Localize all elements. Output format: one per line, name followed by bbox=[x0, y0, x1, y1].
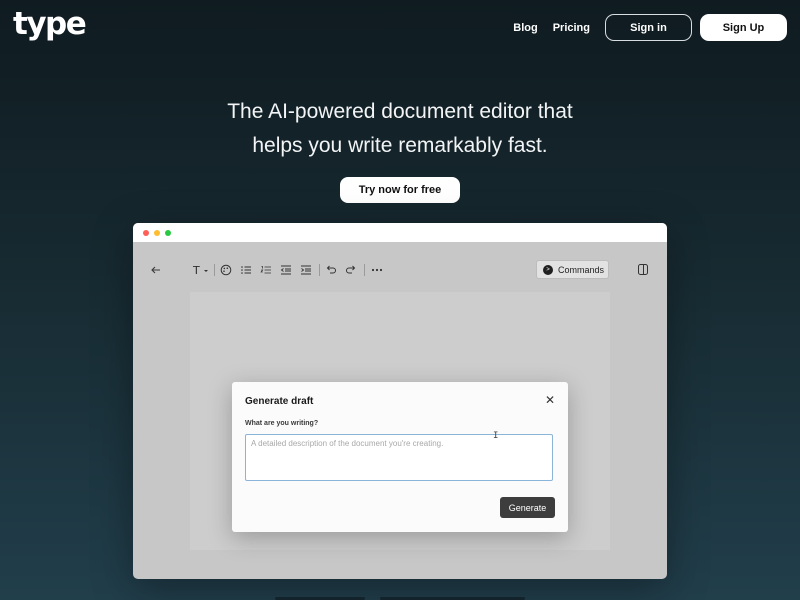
logo[interactable]: type bbox=[13, 6, 87, 42]
maximize-dot[interactable] bbox=[165, 230, 171, 236]
sign-up-button[interactable]: Sign Up bbox=[700, 14, 787, 41]
try-now-button[interactable]: Try now for free bbox=[340, 177, 460, 203]
nav-pricing-link[interactable]: Pricing bbox=[553, 22, 590, 34]
terminal-icon: > bbox=[543, 264, 553, 275]
nav-blog-link[interactable]: Blog bbox=[513, 22, 537, 34]
commands-button[interactable]: > Commands bbox=[536, 260, 609, 279]
close-icon[interactable]: ✕ bbox=[545, 393, 555, 407]
top-nav: Blog Pricing Sign in Sign Up bbox=[513, 14, 787, 41]
sidebar-toggle-icon[interactable] bbox=[637, 263, 649, 279]
editor-toolbar: T > Commands bbox=[133, 242, 667, 297]
hero-heading: The AI-powered document editor that help… bbox=[0, 95, 800, 163]
hero-line-2: helps you write remarkably fast. bbox=[252, 134, 548, 157]
bullet-list-icon[interactable] bbox=[240, 264, 252, 279]
description-input[interactable] bbox=[245, 434, 553, 481]
modal-title: Generate draft bbox=[245, 396, 314, 407]
window-titlebar bbox=[133, 223, 667, 242]
text-style-icon[interactable]: T bbox=[193, 264, 209, 277]
text-style-glyph: T bbox=[193, 264, 200, 277]
palette-icon[interactable] bbox=[220, 264, 232, 279]
numbered-list-icon[interactable] bbox=[260, 264, 272, 279]
arrow-left-icon[interactable] bbox=[150, 264, 162, 279]
indent-icon[interactable] bbox=[300, 264, 312, 279]
editor-window: T > Commands Generate draft ✕ What are y… bbox=[133, 223, 667, 579]
undo-icon[interactable] bbox=[325, 264, 337, 279]
modal-field-label: What are you writing? bbox=[245, 420, 319, 427]
redo-icon[interactable] bbox=[345, 264, 357, 279]
toolbar-divider bbox=[214, 264, 215, 276]
more-icon[interactable] bbox=[370, 264, 384, 279]
hero-line-1: The AI-powered document editor that bbox=[227, 100, 573, 123]
toolbar-divider bbox=[364, 264, 365, 276]
minimize-dot[interactable] bbox=[154, 230, 160, 236]
toolbar-divider bbox=[319, 264, 320, 276]
text-cursor-icon: I bbox=[493, 431, 499, 441]
close-dot[interactable] bbox=[143, 230, 149, 236]
generate-draft-modal: Generate draft ✕ What are you writing? I… bbox=[232, 382, 568, 532]
commands-label: Commands bbox=[558, 264, 605, 275]
sign-in-button[interactable]: Sign in bbox=[605, 14, 692, 41]
outdent-icon[interactable] bbox=[280, 264, 292, 279]
generate-button[interactable]: Generate bbox=[500, 497, 555, 518]
